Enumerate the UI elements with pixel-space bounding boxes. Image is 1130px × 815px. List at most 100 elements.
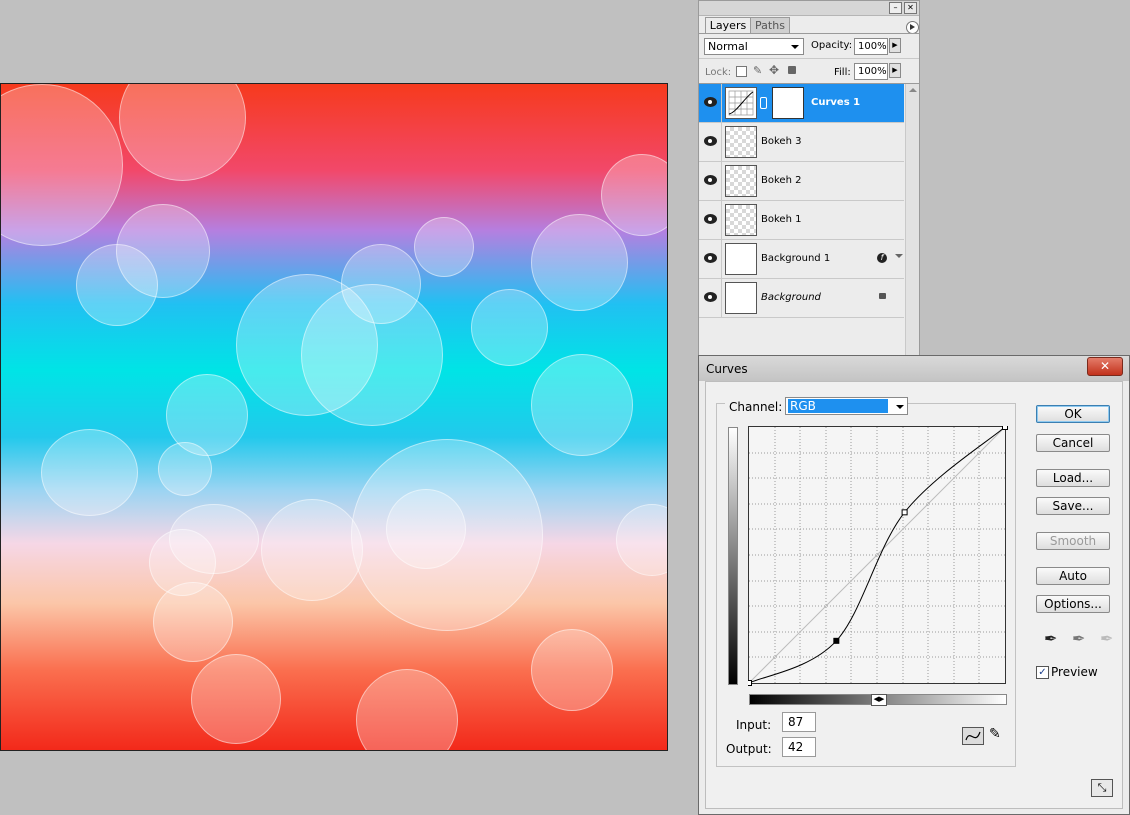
channel-select[interactable]: RGB — [785, 397, 908, 415]
save-button[interactable]: Save... — [1036, 497, 1110, 515]
white-point-eyedropper-icon[interactable]: ✒ — [1100, 629, 1113, 648]
bokeh-circle — [616, 504, 667, 576]
layer-row-background[interactable]: Background — [699, 279, 904, 318]
cancel-button[interactable]: Cancel — [1036, 434, 1110, 452]
black-point-eyedropper-icon[interactable]: ✒ — [1044, 629, 1057, 648]
bokeh-circle — [386, 489, 466, 569]
load-button[interactable]: Load... — [1036, 469, 1110, 487]
lock-position-icon[interactable]: ✥ — [769, 63, 779, 77]
bokeh-circle — [76, 244, 158, 326]
layer-name: Curves 1 — [811, 97, 861, 108]
auto-button[interactable]: Auto — [1036, 567, 1110, 585]
layer-row-bokeh-1[interactable]: Bokeh 1 — [699, 201, 904, 240]
layer-thumbnail — [725, 165, 757, 197]
visibility-toggle[interactable] — [699, 279, 722, 317]
fill-label: Fill: — [834, 67, 851, 78]
opacity-slider-button[interactable]: ▶ — [889, 38, 901, 53]
bokeh-circle — [531, 629, 613, 711]
layer-row-curves-1[interactable]: Curves 1 — [699, 84, 904, 123]
close-dialog-button[interactable]: ✕ — [1087, 357, 1123, 376]
smooth-button[interactable]: Smooth — [1036, 532, 1110, 550]
curve-point-tool-icon[interactable] — [962, 727, 984, 745]
lock-pixels-icon[interactable]: ✎ — [753, 64, 762, 77]
layer-row-background-1[interactable]: Background 1 f — [699, 240, 904, 279]
dialog-title-bar[interactable]: Curves ✕ — [699, 356, 1129, 381]
output-field[interactable]: 42 — [782, 737, 816, 757]
layer-thumbnail — [725, 243, 757, 275]
eye-icon — [704, 292, 717, 302]
layer-name: Bokeh 3 — [761, 136, 802, 147]
curve-control-point[interactable] — [1002, 426, 1008, 430]
bokeh-circle — [356, 669, 458, 750]
dialog-body: Channel: RGB ◀▶ Input: 87 Output: 42 ✎ O… — [705, 381, 1123, 809]
opacity-input[interactable]: 100% — [854, 38, 888, 55]
preview-label: Preview — [1051, 665, 1098, 679]
ok-button[interactable]: OK — [1036, 405, 1110, 423]
close-panel-button[interactable]: ✕ — [904, 2, 917, 14]
curve-control-point[interactable] — [901, 509, 908, 516]
lock-transparency-icon[interactable] — [736, 66, 747, 77]
curves-dialog: Curves ✕ Channel: RGB ◀▶ Input: 87 Outpu… — [698, 355, 1130, 815]
chain-link-icon[interactable] — [760, 97, 767, 109]
bokeh-circle — [41, 429, 138, 516]
bokeh-circle — [153, 582, 233, 662]
bokeh-circle — [471, 289, 548, 366]
chevron-down-icon — [895, 254, 903, 258]
layer-name: Background 1 — [761, 253, 831, 264]
curves-adjustment-icon — [725, 87, 757, 119]
layer-row-bokeh-2[interactable]: Bokeh 2 — [699, 162, 904, 201]
layer-name: Background — [761, 292, 821, 303]
fx-icon[interactable]: f — [877, 253, 887, 263]
document-canvas[interactable] — [0, 83, 668, 751]
output-label: Output: — [726, 742, 772, 756]
divider — [699, 58, 919, 59]
visibility-toggle[interactable] — [699, 123, 722, 161]
expand-view-icon[interactable]: ⤡ — [1091, 779, 1113, 797]
bokeh-circle — [261, 499, 363, 601]
dialog-title: Curves — [706, 362, 748, 376]
gradient-swap-icon[interactable]: ◀▶ — [871, 694, 887, 706]
bokeh-circle — [191, 654, 281, 744]
fill-input[interactable]: 100% — [854, 63, 888, 80]
layers-scrollbar[interactable] — [895, 84, 919, 356]
layer-thumbnail — [725, 126, 757, 158]
pencil-icon[interactable]: ✎ — [989, 726, 1001, 742]
visibility-toggle[interactable] — [699, 162, 722, 200]
chevron-down-icon — [896, 405, 904, 409]
panel-menu-arrow-icon — [910, 24, 915, 30]
lock-all-icon[interactable] — [788, 66, 796, 74]
options-button[interactable]: Options... — [1036, 595, 1110, 613]
curve-control-point[interactable] — [748, 680, 752, 686]
gray-point-eyedropper-icon[interactable]: ✒ — [1072, 629, 1085, 648]
chevron-down-icon — [791, 45, 799, 49]
visibility-toggle[interactable] — [699, 84, 722, 122]
visibility-toggle[interactable] — [699, 240, 722, 278]
bokeh-circle — [1, 84, 123, 246]
panel-title-bar[interactable]: – ✕ — [699, 1, 919, 16]
bokeh-circle — [531, 214, 628, 311]
bokeh-circle — [301, 284, 443, 426]
scroll-up-icon[interactable] — [909, 88, 917, 92]
input-field[interactable]: 87 — [782, 712, 816, 732]
layer-name: Bokeh 2 — [761, 175, 802, 186]
bokeh-circle — [414, 217, 474, 277]
lock-icon — [879, 293, 886, 299]
preview-checkbox[interactable]: ✓ — [1036, 666, 1049, 679]
curves-graph[interactable] — [748, 426, 1008, 686]
layer-row-bokeh-3[interactable]: Bokeh 3 — [699, 123, 904, 162]
layer-thumbnail — [725, 204, 757, 236]
eye-icon — [704, 253, 717, 263]
curve-control-point[interactable] — [833, 637, 840, 644]
blend-mode-select[interactable]: Normal — [704, 38, 804, 55]
visibility-toggle[interactable] — [699, 201, 722, 239]
input-label: Input: — [736, 718, 772, 732]
layer-mask-thumbnail[interactable] — [772, 87, 804, 119]
minimize-panel-button[interactable]: – — [889, 2, 902, 14]
lock-label: Lock: — [705, 67, 732, 78]
eye-icon — [704, 97, 717, 107]
fill-slider-button[interactable]: ▶ — [889, 63, 901, 78]
layer-name: Bokeh 1 — [761, 214, 802, 225]
tab-layers[interactable]: Layers — [705, 17, 751, 34]
bokeh-circle — [601, 154, 667, 236]
tab-paths[interactable]: Paths — [750, 17, 790, 34]
